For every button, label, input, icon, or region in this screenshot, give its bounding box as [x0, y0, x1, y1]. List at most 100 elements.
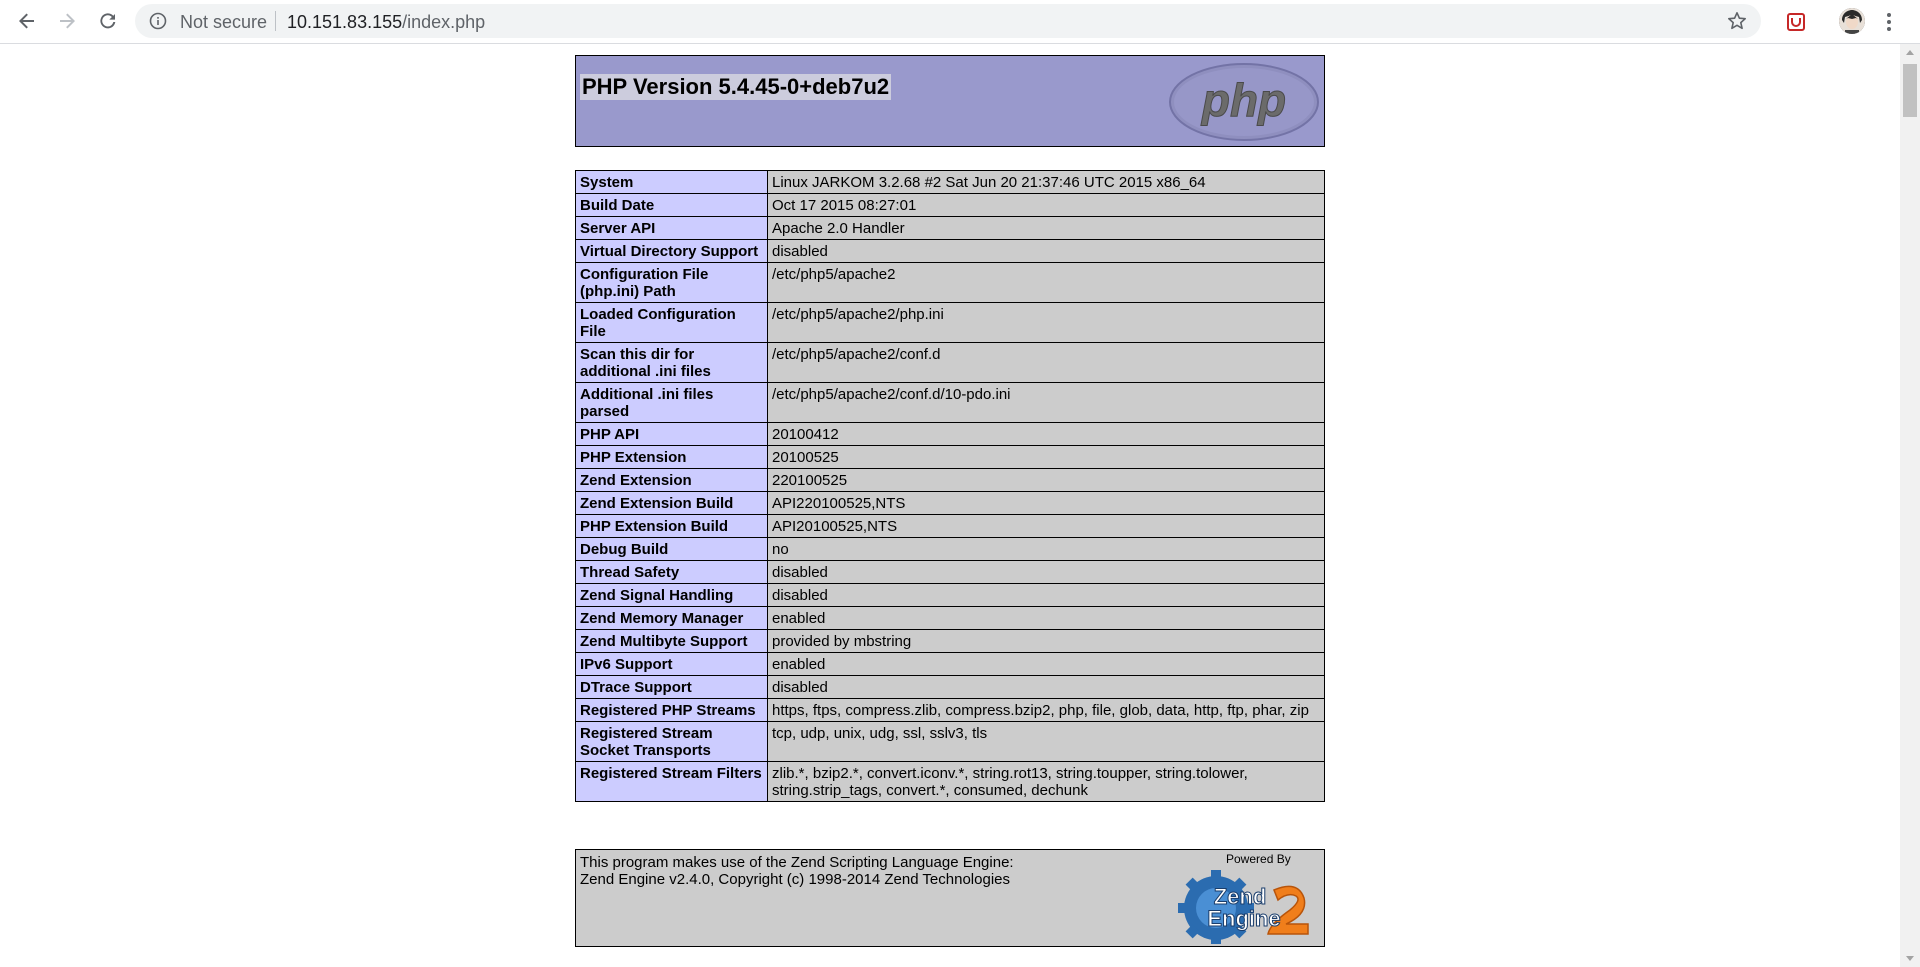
forward-button[interactable] — [53, 7, 81, 35]
info-value: tcp, udp, unix, udg, ssl, sslv3, tls — [767, 721, 1325, 762]
info-value: https, ftps, compress.zlib, compress.bzi… — [767, 698, 1325, 722]
table-row: Configuration File (php.ini) Path/etc/ph… — [575, 262, 1325, 303]
table-row: IPv6 Support enabled — [575, 652, 1325, 676]
kebab-menu-icon — [1887, 13, 1891, 31]
table-row: Build Date Oct 17 2015 08:27:01 — [575, 193, 1325, 217]
table-row: Thread Safety disabled — [575, 560, 1325, 584]
url-text[interactable]: 10.151.83.155/index.php — [287, 12, 485, 33]
info-key: Zend Extension Build — [575, 491, 768, 515]
browser-toolbar: Not secure 10.151.83.155/index.php — [0, 0, 1920, 44]
info-value: 220100525 — [767, 468, 1325, 492]
info-value: Oct 17 2015 08:27:01 — [767, 193, 1325, 217]
table-row: PHP Extension Build API20100525,NTS — [575, 514, 1325, 538]
table-row: Additional .ini files parsed/etc/php5/ap… — [575, 382, 1325, 423]
info-value: disabled — [767, 560, 1325, 584]
info-key: Build Date — [575, 193, 768, 217]
url-path: /index.php — [402, 12, 486, 32]
table-row: PHP Extension 20100525 — [575, 445, 1325, 469]
url-host: 10.151.83.155 — [287, 12, 403, 32]
info-key: Thread Safety — [575, 560, 768, 584]
table-row: Registered PHP Streams https, ftps, compr… — [575, 698, 1325, 722]
scrollbar-thumb[interactable] — [1903, 64, 1917, 117]
info-key: Scan this dir for additional .ini files — [575, 342, 768, 383]
table-row: Server API Apache 2.0 Handler — [575, 216, 1325, 240]
info-value: no — [767, 537, 1325, 561]
info-key: Zend Multibyte Support — [575, 629, 768, 653]
site-info-button[interactable] — [149, 12, 167, 35]
table-row: Scan this dir for additional .ini files /… — [575, 342, 1325, 383]
info-key: Loaded Configuration File — [575, 302, 768, 343]
page-title: PHP Version 5.4.45-0+deb7u2 — [580, 74, 892, 100]
reload-button[interactable] — [94, 7, 122, 35]
footer-text: This program makes use of the Zend Scrip… — [580, 854, 1014, 888]
table-row: Zend Multibyte Support provided by mbstri… — [575, 629, 1325, 653]
info-value: API20100525,NTS — [767, 514, 1325, 538]
page-content: PHP Version 5.4.45-0+deb7u2 php System Li… — [0, 44, 1900, 967]
info-key: Registered PHP Streams — [575, 698, 768, 722]
back-button[interactable] — [13, 7, 41, 35]
info-value: disabled — [767, 675, 1325, 699]
table-row: Zend Signal Handling disabled — [575, 583, 1325, 607]
vertical-scrollbar[interactable] — [1900, 44, 1920, 967]
forward-arrow-icon — [60, 13, 75, 29]
svg-text:Engine: Engine — [1207, 906, 1280, 931]
info-key: PHP Extension — [575, 445, 768, 469]
php-logo-text: php — [1200, 74, 1286, 126]
table-row: Zend Memory Manager enabled — [575, 606, 1325, 630]
address-separator — [275, 11, 276, 31]
info-key: Registered Stream Socket Transports — [575, 721, 768, 762]
table-row: Registered Stream Filters zlib.*, bzip2.*… — [575, 761, 1325, 802]
back-arrow-icon — [19, 13, 34, 29]
extension-icon — [1787, 13, 1805, 31]
table-row: System Linux JARKOM 3.2.68 #2 Sat Jun 20 … — [575, 170, 1325, 194]
info-key: Zend Extension — [575, 468, 768, 492]
browser-menu-button[interactable] — [1879, 8, 1899, 36]
info-value: Linux JARKOM 3.2.68 #2 Sat Jun 20 21:37:… — [767, 170, 1325, 194]
info-key: Zend Memory Manager — [575, 606, 768, 630]
info-key: DTrace Support — [575, 675, 768, 699]
powered-by-label: Powered By — [1226, 852, 1291, 866]
bookmark-button[interactable] — [1725, 9, 1749, 33]
info-key: Additional .ini files parsed — [575, 382, 768, 423]
table-row: DTrace Support disabled — [575, 675, 1325, 699]
footer-line-1: This program makes use of the Zend Scrip… — [580, 854, 1014, 871]
info-key: PHP Extension Build — [575, 514, 768, 538]
zend-footer: This program makes use of the Zend Scrip… — [575, 849, 1325, 947]
info-value: disabled — [767, 583, 1325, 607]
info-value: Apache 2.0 Handler — [767, 216, 1325, 240]
info-value: API220100525,NTS — [767, 491, 1325, 515]
php-logo: php — [1169, 63, 1319, 141]
info-value: /etc/php5/apache2/conf.d — [767, 342, 1325, 383]
info-value: /etc/php5/apache2 — [767, 262, 1325, 303]
extension-button[interactable] — [1783, 9, 1809, 35]
info-key: Virtual Directory Support — [575, 239, 768, 263]
reload-icon — [100, 13, 116, 29]
table-row: Zend Extension 220100525 — [575, 468, 1325, 492]
footer-line-2: Zend Engine v2.4.0, Copyright (c) 1998-2… — [580, 871, 1010, 888]
profile-avatar[interactable] — [1839, 8, 1865, 34]
info-value: disabled — [767, 239, 1325, 263]
info-key: Debug Build — [575, 537, 768, 561]
table-row: Registered Stream Socket Transports tcp, … — [575, 721, 1325, 762]
info-value: /etc/php5/apache2/conf.d/10-pdo.ini — [767, 382, 1325, 423]
info-key: PHP API — [575, 422, 768, 446]
info-icon — [149, 12, 167, 30]
info-key: Server API — [575, 216, 768, 240]
info-key: IPv6 Support — [575, 652, 768, 676]
star-icon — [1728, 12, 1746, 30]
security-status-label[interactable]: Not secure — [180, 12, 267, 33]
info-value: zlib.*, bzip2.*, convert.iconv.*, string… — [767, 761, 1325, 802]
info-value: 20100412 — [767, 422, 1325, 446]
info-value: provided by mbstring — [767, 629, 1325, 653]
info-value: enabled — [767, 606, 1325, 630]
info-value: enabled — [767, 652, 1325, 676]
scroll-up-arrow-icon[interactable] — [1906, 50, 1914, 55]
address-bar[interactable]: Not secure 10.151.83.155/index.php — [135, 4, 1761, 38]
avatar-icon — [1839, 8, 1865, 34]
info-key: Registered Stream Filters — [575, 761, 768, 802]
info-key: System — [575, 170, 768, 194]
scroll-down-arrow-icon[interactable] — [1906, 956, 1914, 961]
info-value: /etc/php5/apache2/php.ini — [767, 302, 1325, 343]
info-key: Configuration File (php.ini) Path — [575, 262, 768, 303]
table-row: PHP API 20100412 — [575, 422, 1325, 446]
